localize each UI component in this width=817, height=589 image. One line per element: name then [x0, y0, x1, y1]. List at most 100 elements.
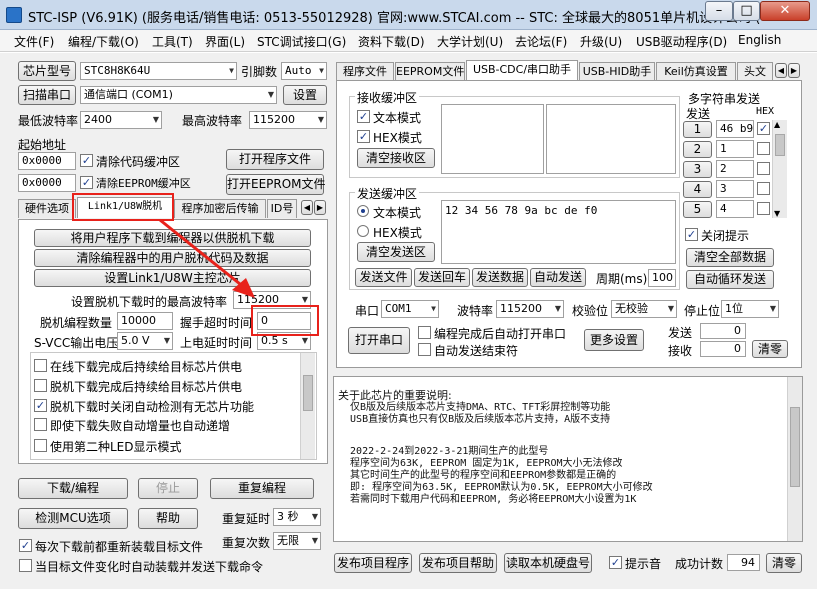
more-settings-button[interactable]: 更多设置 [584, 329, 644, 351]
option-checkbox-3[interactable]: ✓ [34, 399, 47, 412]
menu-university[interactable]: 大学计划(U) [437, 33, 503, 50]
tab-header[interactable]: 头文 [737, 62, 773, 81]
repeat-delay-select[interactable]: 3 秒 [273, 508, 321, 526]
auto-load-checkbox[interactable] [19, 559, 32, 572]
open-serial-button[interactable]: 打开串口 [348, 327, 410, 354]
scroll-down-icon[interactable]: ▼ [774, 209, 780, 218]
menu-program[interactable]: 编程/下载(O) [68, 33, 139, 50]
clear-code-checkbox[interactable]: ✓ [80, 154, 93, 167]
period-input[interactable]: 100 [648, 269, 676, 287]
repeat-count-select[interactable]: 无限 [273, 532, 321, 550]
multi-send-input-1[interactable]: 46 b9 [716, 120, 754, 138]
options-scrollbar[interactable] [300, 353, 315, 459]
menu-usb-driver[interactable]: USB驱动程序(D) [636, 33, 727, 50]
port-select[interactable]: 通信端口 (COM1) [80, 86, 277, 104]
code-address-input[interactable]: 0x0000 [18, 152, 76, 170]
maximize-button[interactable]: □ [733, 1, 760, 21]
multi-send-button-5[interactable]: 5 [683, 201, 712, 218]
send-data-button[interactable]: 发送数据 [472, 268, 528, 287]
publish-help-button[interactable]: 发布项目帮助 [419, 553, 497, 573]
multi-send-input-5[interactable]: 4 [716, 200, 754, 218]
auto-send-button[interactable]: 自动发送 [530, 268, 586, 287]
reload-checkbox[interactable]: ✓ [19, 539, 32, 552]
multi-send-input-3[interactable]: 2 [716, 160, 754, 178]
send-text-area[interactable]: 12 34 56 78 9a bc de f0 [441, 200, 676, 264]
multi-send-hex-2[interactable] [757, 142, 770, 155]
info-scroll-thumb[interactable] [790, 407, 800, 487]
multi-send-button-3[interactable]: 3 [683, 161, 712, 178]
tab-program-file[interactable]: 程序文件 [336, 62, 394, 81]
multi-send-hex-4[interactable] [757, 182, 770, 195]
min-baud-select[interactable]: 2400 [80, 111, 162, 129]
tab-id[interactable]: ID号 [267, 199, 297, 218]
option-checkbox-2[interactable] [34, 379, 47, 392]
serial-port-select[interactable]: COM1 [381, 300, 439, 318]
clear-send-button[interactable]: 清空发送区 [357, 242, 435, 262]
tab-scroll-left-icon[interactable]: ◀ [301, 200, 313, 215]
clear-count-button[interactable]: 清零 [752, 340, 788, 358]
menu-debug[interactable]: STC调试接口(G) [257, 33, 346, 50]
chip-model-select[interactable]: STC8H8K64U [80, 62, 237, 80]
max-baud-select[interactable]: 115200 [249, 111, 327, 129]
clear-all-data-button[interactable]: 清空全部数据 [686, 248, 774, 267]
eeprom-address-input[interactable]: 0x0000 [18, 174, 76, 192]
auto-send-terminator-checkbox[interactable] [418, 343, 431, 356]
close-button[interactable]: ✕ [760, 1, 810, 21]
option-checkbox-1[interactable] [34, 359, 47, 372]
multi-send-hex-1[interactable]: ✓ [757, 122, 770, 135]
repeat-program-button[interactable]: 重复编程 [210, 478, 314, 499]
menu-file[interactable]: 文件(F) [14, 33, 54, 50]
multi-send-hex-5[interactable] [757, 202, 770, 215]
multi-send-input-4[interactable]: 3 [716, 180, 754, 198]
receive-text-area[interactable] [441, 104, 544, 174]
minimize-button[interactable]: – [705, 1, 733, 21]
sound-checkbox[interactable]: ✓ [609, 556, 622, 569]
recv-hex-mode-checkbox[interactable]: ✓ [357, 130, 370, 143]
menu-english[interactable]: English [738, 33, 781, 47]
options-scroll-thumb[interactable] [303, 375, 313, 411]
publish-project-button[interactable]: 发布项目程序 [334, 553, 412, 573]
help-button[interactable]: 帮助 [138, 508, 198, 529]
menu-interface[interactable]: 界面(L) [205, 33, 245, 50]
parity-select[interactable]: 无校验 [611, 300, 677, 318]
baud-select[interactable]: 115200 [496, 300, 564, 318]
read-disk-id-button[interactable]: 读取本机硬盘号 [504, 553, 592, 573]
tab-usb-cdc[interactable]: USB-CDC/串口助手 [466, 60, 578, 81]
chip-model-button[interactable]: 芯片型号 [18, 61, 76, 81]
tab-eeprom-file[interactable]: EEPROM文件 [395, 62, 465, 81]
scroll-up-icon[interactable]: ▲ [774, 120, 780, 129]
close-hint-checkbox[interactable]: ✓ [685, 228, 698, 241]
clear-eeprom-checkbox[interactable]: ✓ [80, 176, 93, 189]
clear-success-count-button[interactable]: 清零 [766, 553, 802, 573]
multi-scroll-thumb[interactable] [775, 134, 785, 156]
menu-forum[interactable]: 去论坛(F) [515, 33, 567, 50]
send-text-mode-radio[interactable] [357, 205, 369, 217]
stop-bits-select[interactable]: 1位 [721, 300, 779, 318]
multi-send-hex-3[interactable] [757, 162, 770, 175]
tab-keil[interactable]: Keil仿真设置 [656, 62, 736, 81]
download-program-button[interactable]: 下载/编程 [18, 478, 128, 499]
send-file-button[interactable]: 发送文件 [355, 268, 412, 287]
send-enter-button[interactable]: 发送回车 [414, 268, 470, 287]
right-tab-scroll-right-icon[interactable]: ▶ [788, 63, 800, 78]
multi-send-button-4[interactable]: 4 [683, 181, 712, 198]
tab-hardware-options[interactable]: 硬件选项 [18, 199, 76, 218]
multi-send-button-1[interactable]: 1 [683, 121, 712, 138]
option-checkbox-4[interactable] [34, 418, 47, 431]
send-hex-mode-radio[interactable] [357, 225, 369, 237]
offline-count-input[interactable]: 10000 [117, 312, 173, 330]
pin-select[interactable]: Auto [281, 62, 327, 80]
stop-button[interactable]: 停止 [138, 478, 198, 499]
clear-receive-button[interactable]: 清空接收区 [357, 148, 435, 168]
scan-port-button[interactable]: 扫描串口 [18, 85, 76, 105]
recv-text-mode-checkbox[interactable]: ✓ [357, 110, 370, 123]
svcc-select[interactable]: 5.0 V [117, 332, 173, 350]
info-scrollbar[interactable] [787, 377, 802, 541]
receive-hex-area[interactable] [546, 104, 676, 174]
tab-usb-hid[interactable]: USB-HID助手 [579, 62, 655, 81]
menu-docs[interactable]: 资料下载(D) [358, 33, 425, 50]
option-checkbox-5[interactable] [34, 439, 47, 452]
right-tab-scroll-left-icon[interactable]: ◀ [775, 63, 787, 78]
auto-loop-send-button[interactable]: 自动循环发送 [686, 270, 774, 289]
detect-mcu-button[interactable]: 检测MCU选项 [18, 508, 128, 529]
